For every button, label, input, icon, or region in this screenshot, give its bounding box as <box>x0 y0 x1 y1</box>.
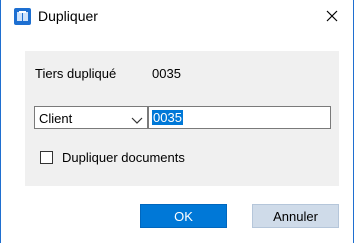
tiers-duplique-value: 0035 <box>152 66 181 81</box>
duplicate-documents-label[interactable]: Dupliquer documents <box>62 150 185 165</box>
tiers-type-select[interactable]: Client <box>34 106 148 129</box>
chevron-down-icon[interactable] <box>131 113 143 124</box>
app-dialog-icon <box>14 8 31 25</box>
tiers-type-select-value: Client <box>39 111 73 126</box>
window-title: Dupliquer <box>38 8 98 24</box>
cancel-button[interactable]: Annuler <box>252 204 339 228</box>
title-bar: Dupliquer <box>1 0 353 32</box>
dupliquer-dialog: Dupliquer Tiers dupliqué 0035 Client 003… <box>0 0 354 243</box>
duplicate-documents-checkbox[interactable] <box>40 151 53 164</box>
tiers-code-input-value: 0035 <box>152 110 183 125</box>
tiers-code-input[interactable]: 0035 <box>148 106 331 129</box>
form-panel: Tiers dupliqué 0035 Client 0035 Duplique… <box>25 51 339 186</box>
ok-button[interactable]: OK <box>140 204 227 228</box>
tiers-duplique-label: Tiers dupliqué <box>35 66 117 81</box>
close-icon[interactable] <box>321 5 343 27</box>
